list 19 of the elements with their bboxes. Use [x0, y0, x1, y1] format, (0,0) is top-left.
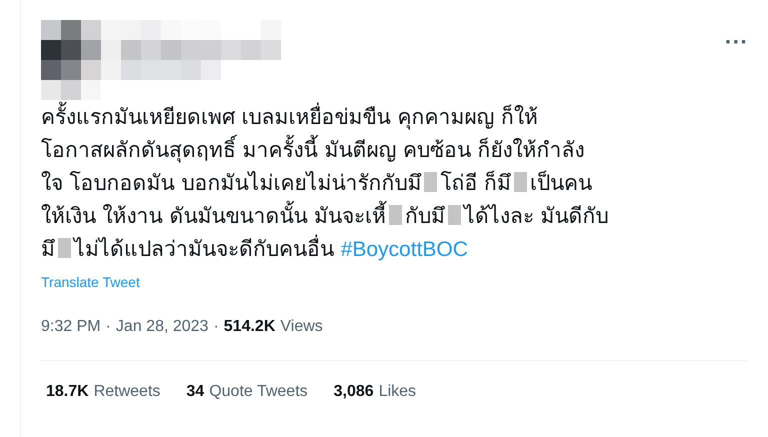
stat-label[interactable]: Retweets [94, 383, 160, 401]
separator-dot: · [213, 318, 219, 336]
stat-label[interactable]: Quote Tweets [209, 383, 308, 401]
stat-count[interactable]: 34 [186, 383, 204, 401]
stat-count[interactable]: 3,086 [334, 383, 374, 401]
redaction-block [58, 238, 71, 258]
separator-dot: · [106, 318, 111, 336]
tweet-date[interactable]: Jan 28, 2023 [116, 318, 208, 336]
views-label: Views [280, 318, 323, 336]
more-button[interactable]: ··· [724, 32, 748, 53]
redaction-block [514, 172, 528, 192]
views-count: 514.2K [224, 318, 276, 336]
redaction-block [389, 205, 402, 225]
tweet-time[interactable]: 9:32 PM [41, 318, 101, 336]
stat-label[interactable]: Likes [378, 383, 416, 401]
stat-count[interactable]: 18.7K [46, 383, 89, 401]
redaction-block [448, 205, 462, 225]
redaction-block [424, 172, 438, 192]
tweet-text: ครั้งแรกมันเหยียดเพศ เบลมเหยื่อข่มขืน คุกคามผญ ก็ให้ โอกาสผลักดันสุดฤทธิ์ มาครั้งนี้ มันตีผญ คบซ้อน ก็ยังให้กำลัง ใจ โอบกอดมัน บอกมันไม่เคยไม่น่ารักกับมึ โถ่อี ก็มึ เป็นคน ให้เงิน ให้งาน ดันมันขนาดนั้น มันจะเหี้ กับมึ ได้ไงละ มันดีกับ มึ ไม่ได้แปลว่ามันจะดีกับคนอื่น #BoycottBOC [41, 101, 748, 266]
